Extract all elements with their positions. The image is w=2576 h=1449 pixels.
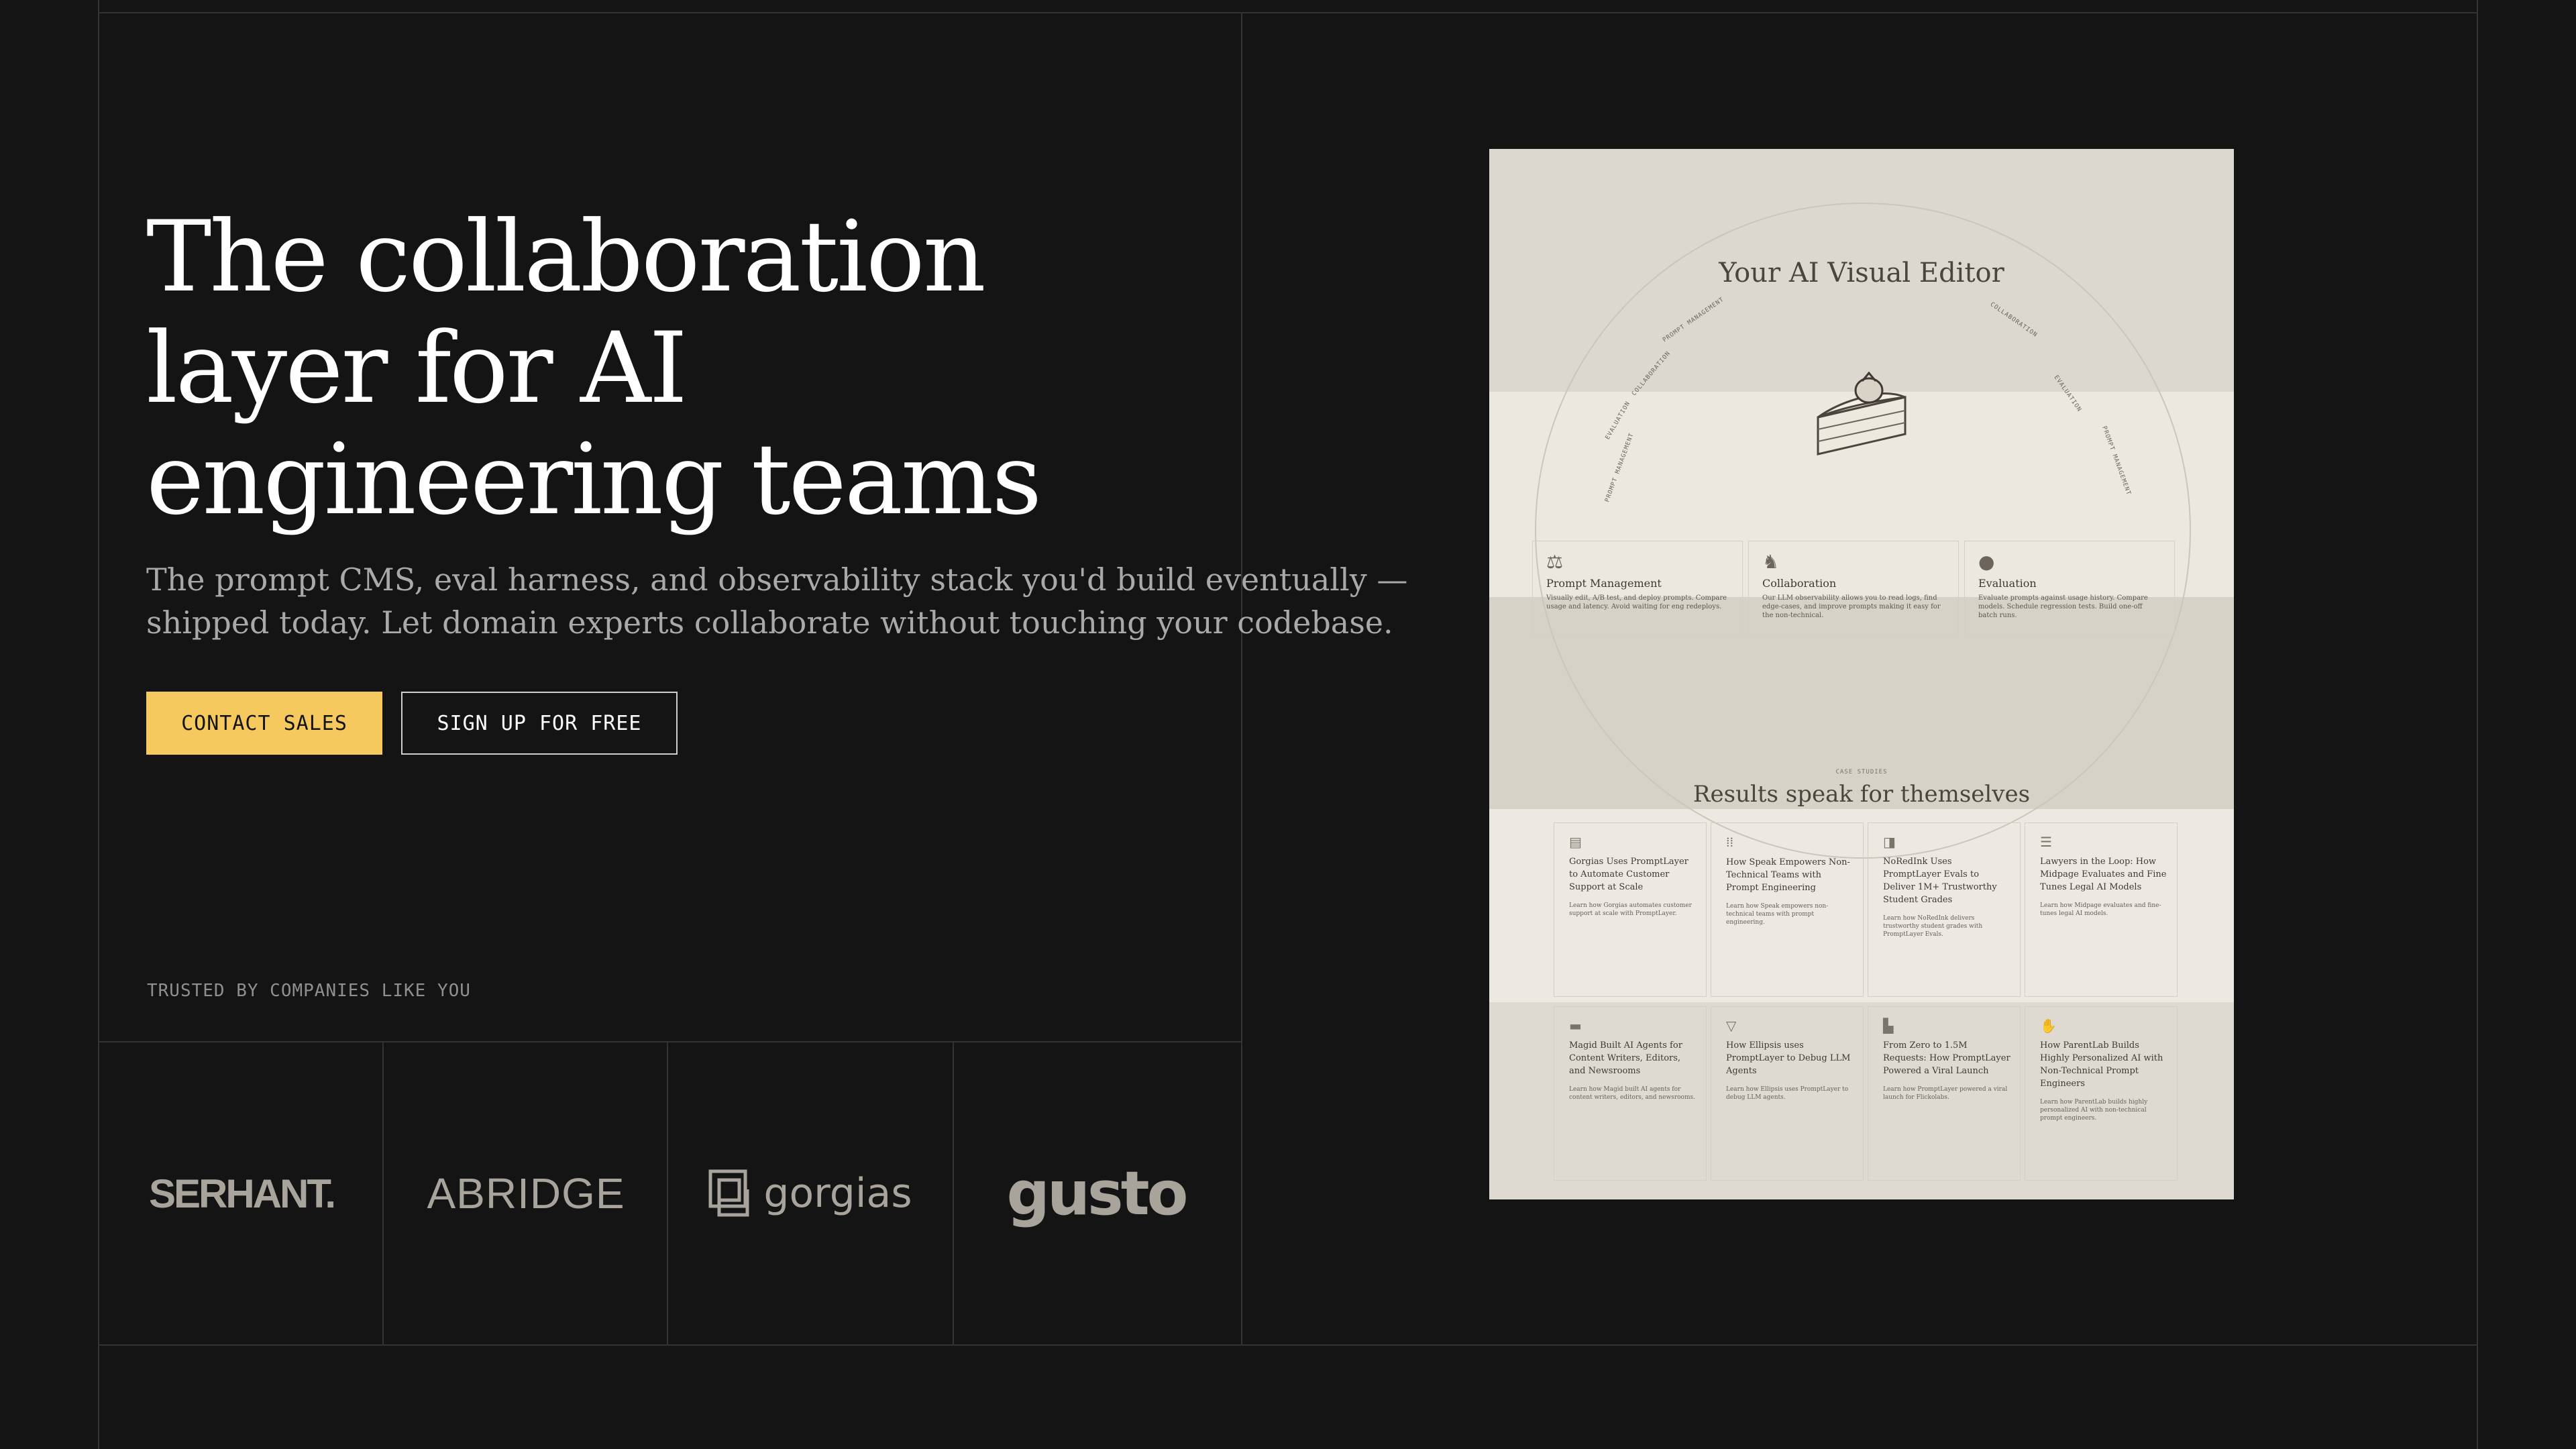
case-desc: Learn how ParentLab builds highly person… — [2040, 1099, 2148, 1122]
case-desc: Learn how PromptLayer powered a viral la… — [1883, 1086, 2008, 1101]
case-desc: Learn how Midpage evaluates and fine-tun… — [2040, 902, 2161, 917]
results-title: Results speak for themselves — [1693, 781, 2031, 808]
case-title: Gorgias Uses PromptLayer to Automate Cus… — [1569, 857, 1688, 892]
case-title: How Speak Empowers Non-Technical Teams w… — [1726, 857, 1850, 893]
feature-card: ⚖ Prompt Management Visually edit, A/B t… — [1532, 541, 1743, 636]
logo-abridge: ABRIDGE — [384, 1042, 668, 1344]
case-study-card: ▙ From Zero to 1.5M Requests: How Prompt… — [1868, 1006, 2021, 1181]
case-desc: Learn how Gorgias automates customer sup… — [1569, 902, 1692, 917]
hand-icon: ✋ — [2040, 1018, 2057, 1034]
case-desc: Learn how Speak empowers non-technical t… — [1726, 903, 1829, 926]
logo-gorgias: gorgias — [668, 1042, 953, 1344]
case-study-card: ▽ How Ellipsis uses PromptLayer to Debug… — [1711, 1006, 1864, 1181]
case-desc: Learn how NoRedInk delivers trustworthy … — [1883, 915, 1983, 938]
frame-line-bottom — [99, 1344, 2477, 1346]
trusted-label: TRUSTED BY COMPANIES LIKE YOU — [147, 981, 471, 1001]
case-title: From Zero to 1.5M Requests: How PromptLa… — [1883, 1040, 2010, 1076]
case-title: How ParentLab Builds Highly Personalized… — [2040, 1040, 2163, 1089]
feature-desc: Evaluate prompts against usage history. … — [1978, 594, 2148, 619]
case-study-card: ◨ NoRedInk Uses PromptLayer Evals to Del… — [1868, 822, 2021, 997]
waveform-icon: ⁞⁞ — [1726, 834, 1734, 850]
feature-card: ♞ Collaboration Our LLM observability al… — [1748, 541, 1959, 636]
frame-line-center — [1241, 12, 1242, 1346]
frame-line-right — [2477, 0, 2478, 1449]
frame-line-top — [99, 12, 2477, 13]
logo-text: ABRIDGE — [427, 1169, 625, 1218]
feature-name: Evaluation — [1978, 577, 2037, 590]
case-study-card: ☰ Lawyers in the Loop: How Midpage Evalu… — [2025, 822, 2178, 997]
hero-subtitle-line: The prompt CMS, eval harness, and observ… — [146, 561, 1408, 598]
lines-icon: ☰ — [2040, 834, 2052, 850]
case-desc: Learn how Ellipsis uses PromptLayer to d… — [1726, 1086, 1849, 1101]
case-title: Magid Built AI Agents for Content Writer… — [1569, 1040, 1682, 1076]
bars-icon: ▙ — [1883, 1018, 1894, 1034]
feature-card: ● Evaluation Evaluate prompts against us… — [1964, 541, 2175, 636]
gorgias-icon — [708, 1169, 749, 1217]
square-icon: ◨ — [1883, 834, 1896, 850]
hero-title: The collaboration layer for AI engineeri… — [146, 200, 1042, 537]
hero-title-line: layer for AI — [146, 311, 688, 425]
cake-slice-icon — [1817, 371, 1907, 455]
hero-subtitle: The prompt CMS, eval harness, and observ… — [146, 558, 1408, 644]
globe-icon: ● — [1978, 551, 1995, 573]
case-study-card: ⁞⁞ How Speak Empowers Non-Technical Team… — [1711, 822, 1864, 997]
contact-sales-button[interactable]: CONTACT SALES — [146, 692, 382, 755]
case-study-card: ▬ Magid Built AI Agents for Content Writ… — [1554, 1006, 1707, 1181]
hero-subtitle-line: shipped today. Let domain experts collab… — [146, 604, 1393, 641]
logo-text: gorgias — [763, 1170, 912, 1217]
feature-name: Collaboration — [1762, 577, 1837, 590]
case-title: NoRedInk Uses PromptLayer Evals to Deliv… — [1883, 857, 1997, 905]
case-desc: Learn how Magid built AI agents for cont… — [1569, 1086, 1695, 1101]
triangle-icon: ▽ — [1726, 1018, 1737, 1034]
scale-icon: ⚖ — [1546, 551, 1564, 573]
document-icon: ▤ — [1569, 834, 1582, 850]
hero-title-line: The collaboration — [146, 200, 986, 314]
rocking-horse-icon: ♞ — [1762, 551, 1780, 573]
feature-desc: Visually edit, A/B test, and deploy prom… — [1546, 594, 1727, 610]
case-title: Lawyers in the Loop: How Midpage Evaluat… — [2040, 857, 2167, 892]
logo-text: SERHANT. — [148, 1171, 336, 1216]
feature-name: Prompt Management — [1546, 577, 1662, 590]
logo-serhant: SERHANT. — [99, 1042, 384, 1344]
logo-text: gusto — [1006, 1158, 1189, 1229]
case-title: How Ellipsis uses PromptLayer to Debug L… — [1726, 1040, 1851, 1076]
hero-title-line: engineering teams — [146, 423, 1042, 537]
product-preview-image: Your AI Visual Editor PROMPT MANAGEMENT … — [1489, 149, 2234, 1199]
logo-gusto: gusto — [954, 1042, 1238, 1344]
arch-outline — [1535, 203, 2191, 859]
box-icon: ▬ — [1569, 1018, 1582, 1034]
preview-title: Your AI Visual Editor — [1719, 258, 2004, 288]
case-study-card: ▤ Gorgias Uses PromptLayer to Automate C… — [1554, 822, 1707, 997]
case-studies-tag: CASE STUDIES — [1835, 769, 1888, 775]
logo-mark: gorgias — [708, 1169, 912, 1218]
sign-up-button[interactable]: SIGN UP FOR FREE — [401, 692, 678, 755]
feature-desc: Our LLM observability allows you to read… — [1762, 594, 1941, 619]
case-study-card: ✋ How ParentLab Builds Highly Personaliz… — [2025, 1006, 2178, 1181]
